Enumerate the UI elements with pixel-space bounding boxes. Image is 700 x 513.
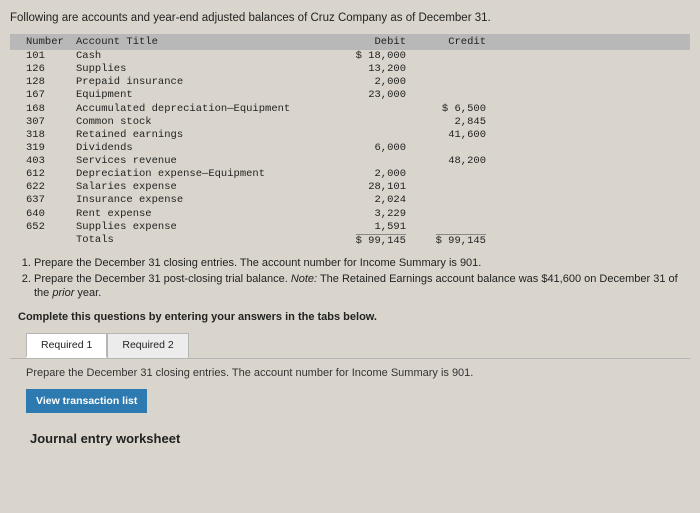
row-credit bbox=[406, 63, 486, 76]
row-debit: 3,229 bbox=[326, 208, 406, 221]
row-title: Supplies bbox=[76, 63, 326, 76]
row-debit bbox=[326, 155, 406, 168]
row-title: Cash bbox=[76, 50, 326, 63]
header-number: Number bbox=[16, 36, 76, 48]
row-number: 637 bbox=[16, 194, 76, 207]
table-row: 612Depreciation expense—Equipment2,000 bbox=[10, 168, 690, 181]
totals-label: Totals bbox=[76, 234, 326, 248]
intro-text: Following are accounts and year-end adju… bbox=[10, 12, 690, 24]
row-debit: 2,024 bbox=[326, 194, 406, 207]
row-title: Equipment bbox=[76, 89, 326, 102]
row-credit bbox=[406, 221, 486, 234]
totals-credit: $ 99,145 bbox=[436, 234, 486, 248]
row-debit: 23,000 bbox=[326, 89, 406, 102]
row-title: Insurance expense bbox=[76, 194, 326, 207]
row-credit bbox=[406, 168, 486, 181]
tab-required-2[interactable]: Required 2 bbox=[107, 333, 188, 358]
row-debit: 2,000 bbox=[326, 168, 406, 181]
row-title: Prepaid insurance bbox=[76, 76, 326, 89]
tab-instruction: Prepare the December 31 closing entries.… bbox=[26, 367, 690, 379]
row-number: 318 bbox=[16, 129, 76, 142]
row-number: 652 bbox=[16, 221, 76, 234]
row-title: Retained earnings bbox=[76, 129, 326, 142]
header-credit: Credit bbox=[406, 36, 486, 48]
row-credit bbox=[406, 194, 486, 207]
table-row: 168Accumulated depreciation—Equipment $ 6… bbox=[10, 103, 690, 116]
row-number: 307 bbox=[16, 116, 76, 129]
instructions-block: Prepare the December 31 closing entries.… bbox=[10, 256, 690, 301]
tab-panel: Prepare the December 31 closing entries.… bbox=[10, 358, 690, 446]
table-row: 318Retained earnings 41,600 bbox=[10, 129, 690, 142]
row-credit: $ 6,500 bbox=[406, 103, 486, 116]
table-row: 128Prepaid insurance2,000 bbox=[10, 76, 690, 89]
row-debit: $ 18,000 bbox=[326, 50, 406, 63]
tab-required-1[interactable]: Required 1 bbox=[26, 333, 107, 358]
row-title: Depreciation expense—Equipment bbox=[76, 168, 326, 181]
row-number: 612 bbox=[16, 168, 76, 181]
row-title: Supplies expense bbox=[76, 221, 326, 234]
row-number: 101 bbox=[16, 50, 76, 63]
row-number: 126 bbox=[16, 63, 76, 76]
row-debit bbox=[326, 116, 406, 129]
journal-entry-worksheet-title: Journal entry worksheet bbox=[26, 431, 690, 446]
table-row: 622Salaries expense28,101 bbox=[10, 181, 690, 194]
header-debit: Debit bbox=[326, 36, 406, 48]
trial-balance-table: Number Account Title Debit Credit 101Cas… bbox=[10, 34, 690, 248]
table-row: 652Supplies expense1,591 bbox=[10, 221, 690, 234]
row-credit: 2,845 bbox=[406, 116, 486, 129]
table-row: 319Dividends6,000 bbox=[10, 142, 690, 155]
row-debit: 28,101 bbox=[326, 181, 406, 194]
row-debit bbox=[326, 103, 406, 116]
view-transaction-list-button[interactable]: View transaction list bbox=[26, 389, 147, 413]
row-debit: 1,591 bbox=[326, 221, 406, 234]
row-title: Services revenue bbox=[76, 155, 326, 168]
row-number: 640 bbox=[16, 208, 76, 221]
row-title: Accumulated depreciation—Equipment bbox=[76, 103, 326, 116]
row-title: Salaries expense bbox=[76, 181, 326, 194]
instruction-1: Prepare the December 31 closing entries.… bbox=[34, 256, 690, 270]
table-row: 167Equipment23,000 bbox=[10, 89, 690, 102]
row-number: 167 bbox=[16, 89, 76, 102]
table-totals-row: Totals $ 99,145 $ 99,145 bbox=[10, 234, 690, 248]
row-title: Rent expense bbox=[76, 208, 326, 221]
totals-debit: $ 99,145 bbox=[356, 234, 406, 248]
row-number: 403 bbox=[16, 155, 76, 168]
table-header-row: Number Account Title Debit Credit bbox=[10, 34, 690, 50]
instruction-2: Prepare the December 31 post-closing tri… bbox=[34, 272, 690, 301]
complete-hint: Complete this questions by entering your… bbox=[18, 311, 690, 323]
table-row: 403Services revenue 48,200 bbox=[10, 155, 690, 168]
table-row: 126Supplies13,200 bbox=[10, 63, 690, 76]
table-row: 637Insurance expense2,024 bbox=[10, 194, 690, 207]
row-title: Common stock bbox=[76, 116, 326, 129]
row-debit: 6,000 bbox=[326, 142, 406, 155]
row-credit bbox=[406, 208, 486, 221]
row-credit: 48,200 bbox=[406, 155, 486, 168]
table-body: 101Cash$ 18,000126Supplies13,200128Prepa… bbox=[10, 50, 690, 234]
row-debit: 2,000 bbox=[326, 76, 406, 89]
row-number: 168 bbox=[16, 103, 76, 116]
row-number: 319 bbox=[16, 142, 76, 155]
row-credit bbox=[406, 50, 486, 63]
row-debit: 13,200 bbox=[326, 63, 406, 76]
row-credit bbox=[406, 142, 486, 155]
header-title: Account Title bbox=[76, 36, 326, 48]
row-credit bbox=[406, 181, 486, 194]
row-number: 128 bbox=[16, 76, 76, 89]
table-row: 307Common stock 2,845 bbox=[10, 116, 690, 129]
row-number: 622 bbox=[16, 181, 76, 194]
row-credit: 41,600 bbox=[406, 129, 486, 142]
table-row: 101Cash$ 18,000 bbox=[10, 50, 690, 63]
row-title: Dividends bbox=[76, 142, 326, 155]
row-credit bbox=[406, 76, 486, 89]
row-debit bbox=[326, 129, 406, 142]
row-credit bbox=[406, 89, 486, 102]
tabs: Required 1 Required 2 bbox=[26, 333, 690, 358]
table-row: 640Rent expense3,229 bbox=[10, 208, 690, 221]
